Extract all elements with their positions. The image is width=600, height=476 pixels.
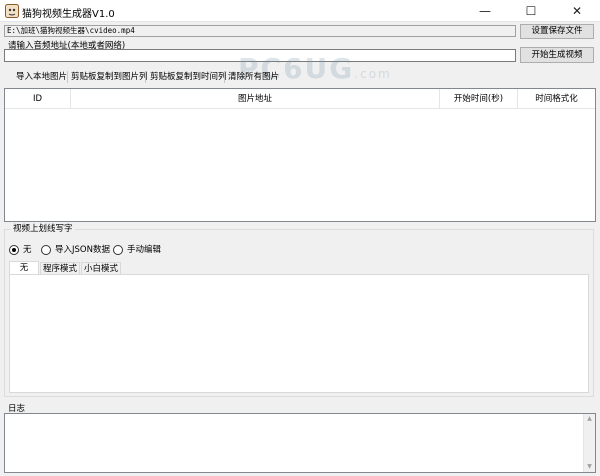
maximize-button[interactable]: ☐ <box>508 0 554 22</box>
app-cat-dog-icon <box>5 4 19 18</box>
radio-checked-icon <box>9 245 19 255</box>
close-button[interactable]: ✕ <box>554 0 600 22</box>
import-local-images-button[interactable]: 导入本地图片 <box>16 69 67 85</box>
radio-none[interactable]: 无 <box>9 244 35 256</box>
column-header-time-format[interactable]: 时间格式化 <box>518 89 595 109</box>
column-header-image-path[interactable]: 图片地址 <box>71 89 440 109</box>
radio-unchecked-icon <box>41 245 51 255</box>
video-subtitle-group: 视频上划线写字 无 导入JSON数据 手动编辑 无 程序模式 小白模式 <box>4 224 594 397</box>
minimize-button[interactable]: — <box>462 0 508 22</box>
subtitle-tabstrip: 无 程序模式 小白模式 <box>9 261 589 274</box>
image-table-header: ID 图片地址 开始时间(秒) 时间格式化 <box>5 89 595 109</box>
group-title: 视频上划线写字 <box>11 224 75 235</box>
window-title: 猫狗视频生成器V1.0 <box>22 9 115 20</box>
scroll-up-icon[interactable]: ▲ <box>584 414 595 424</box>
toolbar-separator <box>224 71 225 83</box>
clipboard-to-time-column-button[interactable]: 剪贴板复制到时间列 <box>150 69 227 85</box>
column-header-id[interactable]: ID <box>5 89 71 109</box>
clear-all-images-button[interactable]: 清除所有图片 <box>228 69 279 85</box>
log-textarea[interactable]: ▲ ▼ <box>4 413 596 473</box>
toolbar-separator <box>67 71 68 83</box>
tab-beginner-mode[interactable]: 小白模式 <box>81 262 121 274</box>
start-generate-video-button[interactable]: 开始生成视频 <box>520 47 594 63</box>
image-table[interactable]: ID 图片地址 开始时间(秒) 时间格式化 <box>4 88 596 222</box>
set-save-file-button[interactable]: 设置保存文件 <box>520 24 594 39</box>
toolbar-separator <box>145 71 146 83</box>
tab-program-mode[interactable]: 程序模式 <box>40 262 80 274</box>
subtitle-tab-pane <box>9 274 589 393</box>
column-header-start-time[interactable]: 开始时间(秒) <box>440 89 518 109</box>
save-path-field[interactable]: E:\加班\猫狗视频生器\cvideo.mp4 <box>4 25 516 37</box>
tab-none[interactable]: 无 <box>9 261 39 274</box>
clipboard-to-image-column-button[interactable]: 剪贴板复制到图片列 <box>71 69 148 85</box>
radio-unchecked-icon <box>113 245 123 255</box>
log-scrollbar[interactable]: ▲ ▼ <box>583 414 595 472</box>
title-bar: 猫狗视频生成器V1.0 — ☐ ✕ <box>0 0 600 22</box>
scroll-down-icon[interactable]: ▼ <box>584 462 595 472</box>
radio-import-json[interactable]: 导入JSON数据 <box>41 244 113 256</box>
radio-manual-edit[interactable]: 手动编辑 <box>113 244 173 256</box>
